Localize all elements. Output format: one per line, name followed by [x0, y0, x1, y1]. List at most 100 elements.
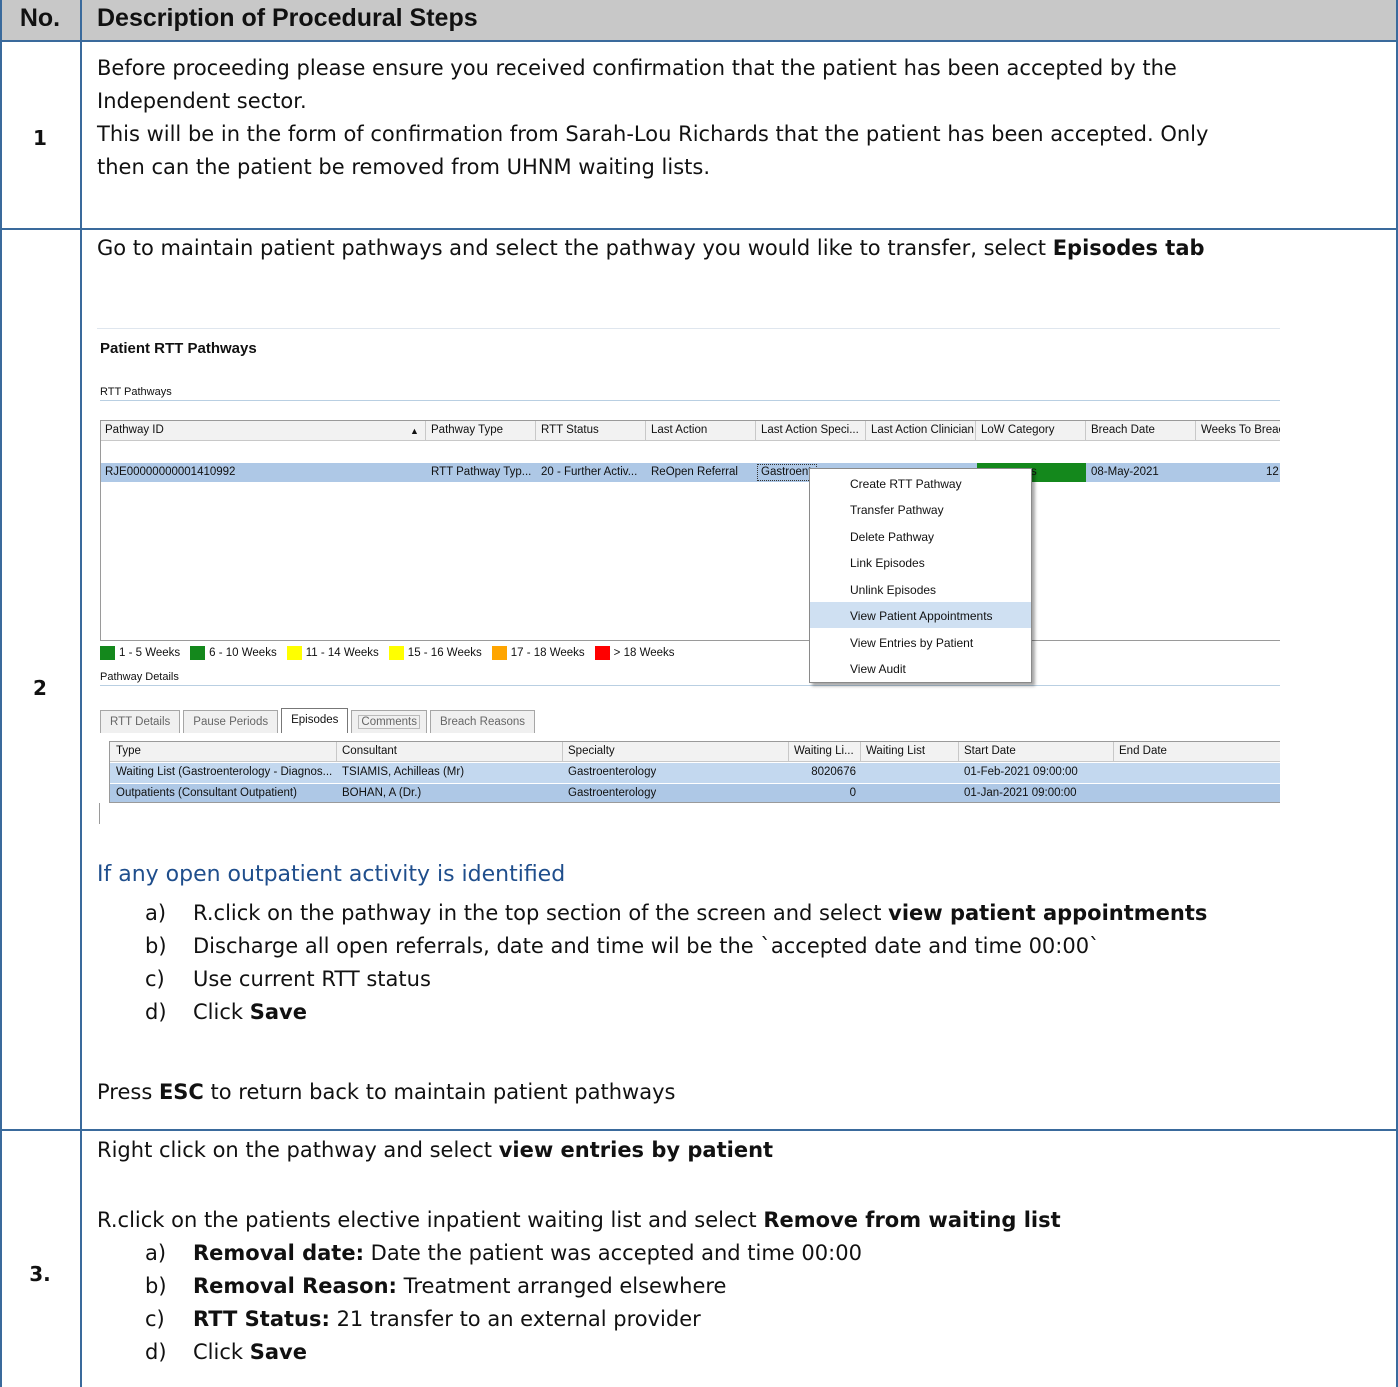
list-item-text: Use current RTT status	[193, 967, 431, 991]
column-header[interactable]: Type	[116, 745, 141, 757]
list-item-text: Date the patient was accepted and time 0…	[363, 1241, 862, 1265]
table-row[interactable]: RJE00000000001410992 RTT Pathway Typ... …	[101, 463, 1280, 482]
procedure-table: No. Description of Procedural Steps 1 Be…	[0, 0, 1398, 1387]
step2-intro-text: Go to maintain patient pathways and sele…	[97, 236, 1053, 260]
sort-ascending-icon: ▲	[410, 426, 419, 436]
step1-line: then can the patient be removed from UHN…	[97, 155, 710, 179]
weeks-to-breach-cell: 12	[1266, 466, 1279, 478]
step-number-1: 1	[33, 126, 47, 150]
header-description: Description of Procedural Steps	[97, 4, 478, 32]
list-item: a) R.click on the pathway in the top sect…	[145, 897, 1207, 930]
column-header[interactable]: Specialty	[568, 745, 615, 757]
step3-line2: R.click on the patients elective inpatie…	[97, 1204, 1387, 1237]
menu-item-delete-pathway[interactable]: Delete Pathway	[810, 523, 1031, 549]
tab-pause-periods[interactable]: Pause Periods	[183, 710, 279, 733]
table-row[interactable]: Waiting List (Gastroenterology - Diagnos…	[110, 763, 1280, 783]
list-item: c) Use current RTT status	[145, 963, 1207, 996]
embedded-screenshot: Patient RTT Pathways RTT Pathways Pathwa…	[97, 328, 1280, 824]
group-rule	[100, 400, 1280, 401]
column-header[interactable]: Waiting Li...	[794, 745, 854, 757]
screenshot-title: Patient RTT Pathways	[100, 340, 257, 357]
column-header[interactable]: LoW Category	[981, 424, 1055, 436]
column-header[interactable]: Start Date	[964, 745, 1016, 757]
column-header[interactable]: Pathway ID	[105, 424, 164, 436]
column-header[interactable]: Last Action Speci...	[761, 424, 859, 436]
breach-date-cell: 08-May-2021	[1091, 466, 1159, 478]
pathways-grid[interactable]: Pathway ID ▲ Pathway Type RTT Status Las…	[100, 420, 1280, 641]
list-item-label: d)	[145, 1000, 167, 1024]
list-item-text: R.click on the pathway in the top sectio…	[193, 901, 889, 925]
list-item-bold: RTT Status:	[193, 1307, 330, 1331]
menu-item-view-patient-appointments[interactable]: View Patient Appointments	[810, 602, 1031, 628]
episode-start-date-cell: 01-Jan-2021 09:00:00	[964, 787, 1077, 799]
menu-item-transfer-pathway[interactable]: Transfer Pathway	[810, 496, 1031, 522]
menu-item-link-episodes[interactable]: Link Episodes	[810, 549, 1031, 575]
list-item-text: 21 transfer to an external provider	[329, 1307, 701, 1331]
tab-rtt-details[interactable]: RTT Details	[100, 710, 181, 733]
legend-item: 6 - 10 Weeks	[190, 646, 277, 660]
step3-line1-bold: view entries by patient	[498, 1138, 774, 1162]
list-item-bold: Removal date:	[193, 1241, 364, 1265]
tab-label: Episodes	[291, 714, 339, 726]
menu-item-unlink-episodes[interactable]: Unlink Episodes	[810, 576, 1031, 602]
tab-episodes[interactable]: Episodes	[281, 708, 349, 733]
list-item-text: Treatment arranged elsewhere	[396, 1274, 727, 1298]
column-header[interactable]: Weeks To Breac	[1201, 424, 1280, 436]
group-label-details: Pathway Details	[100, 671, 179, 683]
step3-line2-bold: Remove from waiting list	[763, 1208, 1061, 1232]
column-separator	[535, 421, 536, 441]
column-header[interactable]: Last Action	[651, 424, 707, 436]
list-item-bold: Removal Reason:	[193, 1274, 397, 1298]
episode-waiting-list-number-cell: 8020676	[811, 766, 856, 778]
list-item-label: a)	[145, 901, 167, 925]
last-action-cell: ReOpen Referral	[651, 466, 738, 478]
column-separator	[425, 421, 426, 441]
legend-label: > 18 Weeks	[613, 647, 675, 659]
list-item-bold: view patient appointments	[888, 901, 1208, 925]
column-header[interactable]: Breach Date	[1091, 424, 1155, 436]
legend-swatch	[190, 646, 206, 660]
column-header[interactable]: Waiting List	[866, 745, 925, 757]
step2-intro: Go to maintain patient pathways and sele…	[97, 232, 1387, 265]
column-separator	[865, 421, 866, 441]
legend-item: 15 - 16 Weeks	[388, 646, 482, 660]
column-header[interactable]: RTT Status	[541, 424, 599, 436]
legend-swatch	[100, 646, 115, 660]
legend-item: 17 - 18 Weeks	[491, 646, 585, 660]
menu-item-create-rtt-pathway[interactable]: Create RTT Pathway	[810, 470, 1031, 496]
list-item: c) RTT Status: 21 transfer to an external…	[145, 1303, 862, 1336]
column-separator	[1195, 421, 1196, 441]
episode-type-cell: Waiting List (Gastroenterology - Diagnos…	[116, 766, 333, 778]
list-item-label: c)	[145, 1307, 165, 1331]
column-separator	[1085, 421, 1086, 441]
table-header: No. Description of Procedural Steps	[0, 0, 1398, 42]
episodes-grid-header: Type Consultant Specialty Waiting Li... …	[110, 742, 1280, 762]
rtt-status-cell: 20 - Further Activ...	[541, 466, 638, 478]
tab-comments[interactable]: Comments	[351, 710, 428, 733]
step1-line: This will be in the form of confirmation…	[97, 122, 1209, 146]
column-header[interactable]: End Date	[1119, 745, 1167, 757]
pathway-id-cell: RJE00000000001410992	[105, 466, 236, 478]
menu-item-view-audit[interactable]: View Audit	[810, 655, 1031, 681]
episode-type-cell: Outpatients (Consultant Outpatient)	[116, 787, 297, 799]
legend-label: 1 - 5 Weeks	[119, 647, 181, 659]
episode-start-date-cell: 01-Feb-2021 09:00:00	[964, 766, 1078, 778]
step3-line1: Right click on the pathway and select vi…	[97, 1134, 1387, 1167]
list-item: b) Discharge all open referrals, date and…	[145, 930, 1207, 963]
list-item-label: b)	[145, 934, 167, 958]
step2-esc-text: Press ESC to return back to maintain pat…	[97, 1076, 1387, 1109]
step1-text: Before proceeding please ensure you rece…	[97, 52, 1387, 184]
tab-breach-reasons[interactable]: Breach Reasons	[430, 710, 536, 733]
context-menu: Create RTT Pathway Transfer Pathway Dele…	[809, 468, 1032, 683]
episodes-grid[interactable]: Type Consultant Specialty Waiting Li... …	[109, 741, 1280, 803]
column-separator	[788, 742, 789, 762]
open-activity-heading: If any open outpatient activity is ident…	[97, 862, 566, 887]
screenshot-top-rule	[97, 328, 1280, 329]
column-header[interactable]: Pathway Type	[431, 424, 503, 436]
menu-item-view-entries-by-patient[interactable]: View Entries by Patient	[810, 629, 1031, 655]
row-divider-1	[0, 228, 1398, 230]
table-row[interactable]: Outpatients (Consultant Outpatient) BOHA…	[110, 784, 1280, 802]
column-header[interactable]: Last Action Clinician	[871, 424, 974, 436]
list-item-bold: Save	[249, 1000, 307, 1024]
column-header[interactable]: Consultant	[342, 745, 397, 757]
